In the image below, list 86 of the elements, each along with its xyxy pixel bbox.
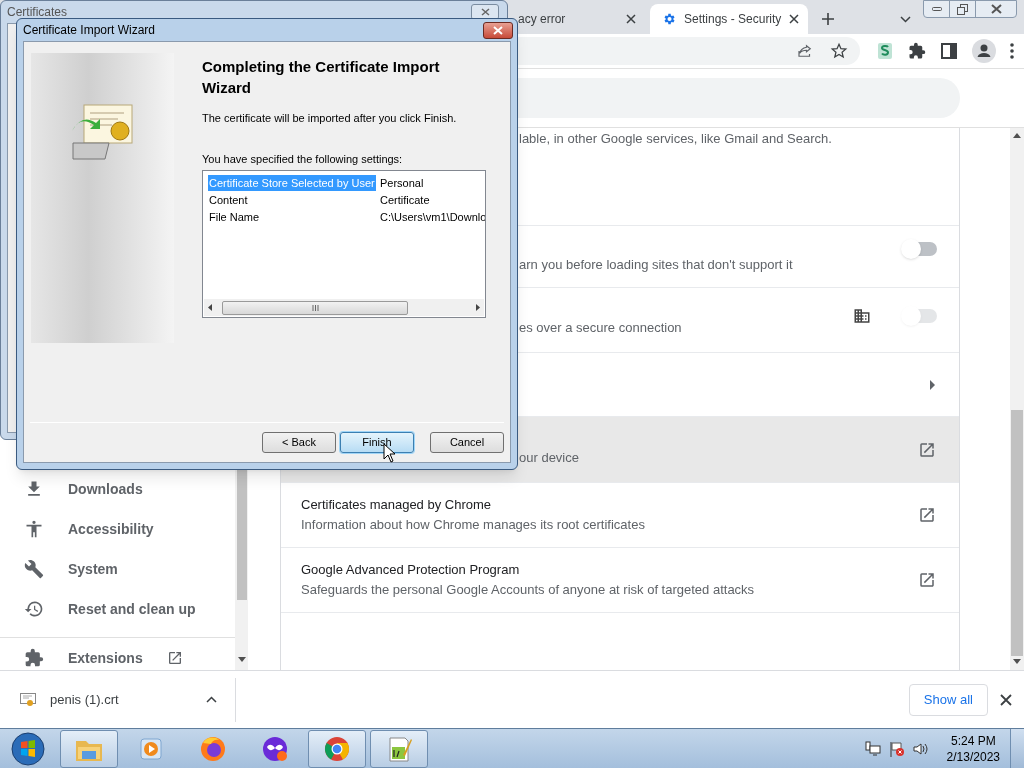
history-icon	[24, 599, 44, 619]
window-title: Certificates	[7, 4, 69, 21]
row-title: Certificates managed by Chrome	[301, 496, 493, 514]
horizontal-scrollbar[interactable]	[204, 299, 484, 316]
download-file-name[interactable]: penis (1).crt	[50, 689, 192, 710]
external-link-icon	[166, 650, 183, 666]
row-description: lable, in other Google services, like Gmail and Search.	[519, 130, 833, 148]
wizard-button[interactable]: Cancel	[430, 432, 504, 453]
scroll-down-icon	[1013, 659, 1021, 664]
clock-time: 5:24 PM	[950, 732, 996, 749]
tab-title: Settings - Security	[684, 11, 782, 28]
accessibility-icon	[24, 519, 44, 539]
setting-name: File Name	[208, 209, 261, 225]
extension-icon	[876, 42, 894, 60]
avatar-icon	[972, 39, 996, 63]
scrollbar[interactable]	[1010, 128, 1024, 670]
setting-value: Personal	[379, 175, 424, 191]
wizard-button[interactable]: < Back	[262, 432, 336, 453]
close-icon	[626, 14, 636, 24]
sidebar-item[interactable]: Extensions	[0, 646, 235, 670]
scroll-left-icon	[208, 304, 212, 311]
browser-tab[interactable]: Settings - Security	[650, 4, 808, 34]
gear-icon	[662, 12, 676, 26]
external-link-icon	[918, 571, 936, 589]
browser-icon	[199, 734, 227, 763]
chevron-down-icon	[900, 15, 911, 23]
puzzle-icon	[908, 42, 926, 60]
building-icon	[853, 307, 871, 325]
wizard-heading: Completing the Certificate Import Wizard	[202, 57, 441, 98]
puzzle-icon	[24, 648, 44, 668]
external-link-icon	[918, 506, 936, 524]
row-description: Information about how Chrome manages its root certificates	[301, 516, 646, 534]
sidebar-item[interactable]: Downloads	[0, 469, 235, 509]
network-icon	[864, 740, 881, 757]
side-panel-icon	[940, 42, 958, 60]
taskbar-button[interactable]	[60, 729, 118, 768]
close-icon	[480, 8, 490, 16]
play-icon	[138, 735, 164, 762]
grip-icon	[311, 304, 319, 311]
toggle-switch[interactable]	[901, 238, 937, 259]
certificate-file-icon	[20, 692, 36, 707]
tab-title: acy error	[518, 11, 567, 28]
browser-icon	[323, 734, 351, 763]
clock-date: 2/13/2023	[946, 748, 1000, 765]
star-icon	[830, 42, 848, 60]
row-description: Safeguards the personal Google Accounts of anyone at risk of targeted attacks	[301, 581, 756, 599]
show-desktop-button[interactable]	[1010, 728, 1024, 768]
menu-icon	[1010, 43, 1014, 59]
setting-value: Certificate	[379, 192, 430, 208]
scroll-up-icon	[1013, 133, 1021, 138]
scroll-right-icon	[476, 304, 480, 311]
sidebar-item[interactable]: Accessibility	[0, 509, 235, 549]
new-tab-icon	[822, 13, 834, 25]
row-title: Google Advanced Protection Program	[301, 561, 521, 579]
chevron-up-icon	[206, 696, 217, 703]
wrench-icon	[24, 559, 44, 579]
row-description: arn you before loading sites that don't support it	[519, 255, 794, 274]
setting-value: C:\Users\vm1\Downlo	[379, 209, 485, 225]
close-icon	[789, 14, 800, 24]
external-link-icon	[918, 440, 936, 459]
setting-name: Content	[208, 192, 249, 208]
show-all-button[interactable]: Show all	[908, 683, 988, 716]
clock[interactable]: 5:24 PM 2/13/2023	[936, 732, 1010, 765]
taskbar-button[interactable]	[308, 729, 366, 768]
row-description: es over a secure connection	[519, 319, 683, 337]
wizard-intro: The certificate will be imported after you click Finish.	[202, 111, 458, 126]
row-description: our device	[519, 448, 580, 467]
close-icon	[493, 25, 503, 35]
scroll-down-icon	[237, 657, 246, 662]
setting-name: Certificate Store Selected by User	[208, 174, 376, 191]
wizard-button[interactable]: Finish	[340, 432, 414, 453]
speaker-icon	[912, 740, 929, 757]
share-icon	[796, 42, 814, 60]
restore-icon	[957, 3, 968, 15]
sidebar-item[interactable]: System	[0, 549, 235, 589]
windows-logo-icon	[11, 731, 45, 766]
window-title: Certificate Import Wizard	[23, 22, 157, 39]
mask-icon	[261, 734, 289, 763]
close-button[interactable]	[483, 21, 513, 39]
sidebar-item[interactable]: Reset and clean up	[0, 589, 235, 629]
close-icon	[1000, 693, 1012, 706]
minimize-icon	[931, 7, 942, 11]
chevron-right-icon	[929, 379, 937, 390]
flag-icon	[888, 740, 905, 757]
close-icon	[990, 4, 1002, 14]
taskbar-button[interactable]	[370, 729, 428, 768]
